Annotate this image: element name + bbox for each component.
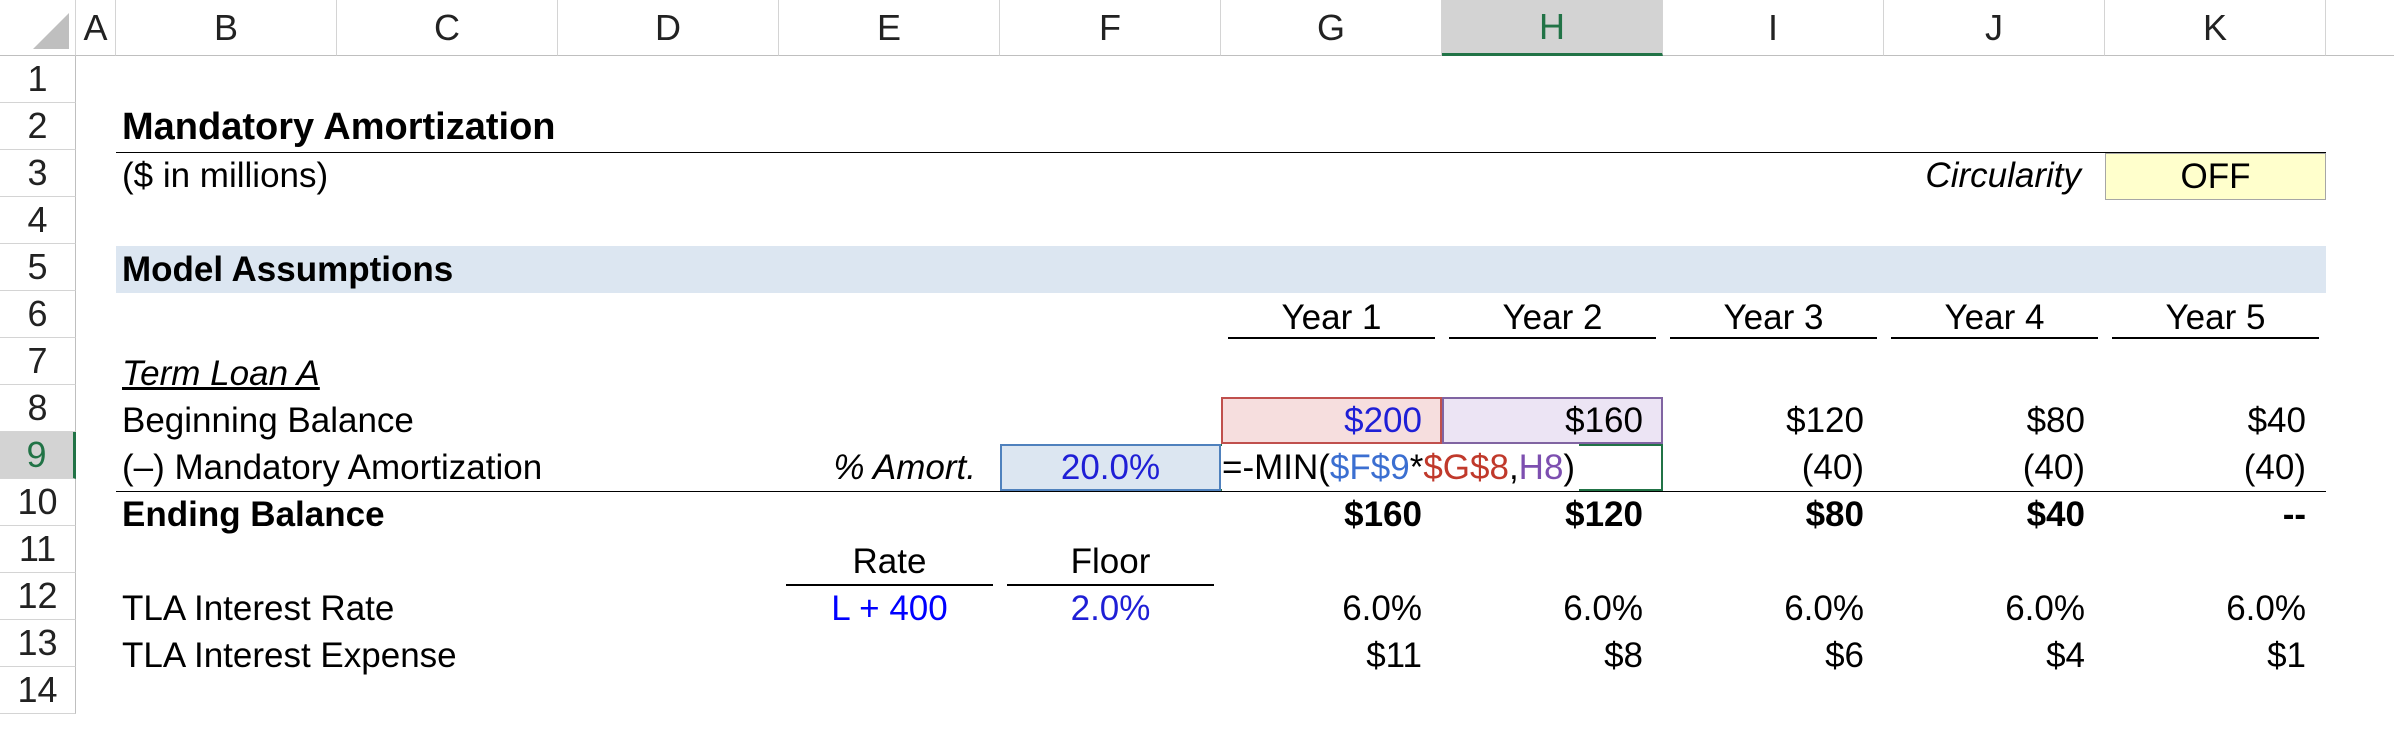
row-header-2[interactable]: 2 (0, 103, 76, 150)
interest-rate-label: TLA Interest Rate (122, 589, 395, 628)
column-header-a[interactable]: A (76, 0, 116, 56)
amortization-year-4[interactable]: (40) (1884, 444, 2085, 491)
beginning-balance-year-4[interactable]: $80 (1884, 397, 2085, 444)
formula-text-end: ) (1563, 448, 1576, 487)
interest-rate-year-3[interactable]: 6.0% (1663, 585, 1864, 632)
year-header-2: Year 2 (1502, 298, 1603, 337)
formula-separator: , (1508, 448, 1519, 487)
column-header-j[interactable]: J (1884, 0, 2105, 56)
interest-expense-year-3[interactable]: $6 (1663, 632, 1864, 679)
beginning-balance-label: Beginning Balance (122, 401, 414, 440)
beginning-balance-year-2[interactable]: $160 (1442, 397, 1643, 444)
ending-balance-year-4[interactable]: $40 (1884, 491, 2085, 538)
formula-text-start: =-MIN( (1222, 448, 1330, 487)
year-header-1: Year 1 (1281, 298, 1382, 337)
row-header-14[interactable]: 14 (0, 667, 76, 714)
ending-balance-year-1[interactable]: $160 (1221, 491, 1422, 538)
circularity-label: Circularity (1925, 156, 2081, 195)
interest-rate-year-5[interactable]: 6.0% (2105, 585, 2306, 632)
formula-ref-g8: $G$8 (1423, 448, 1509, 487)
interest-rate-spread-input[interactable]: L + 400 (779, 585, 1000, 632)
select-all-corner[interactable] (0, 0, 76, 56)
row-header-13[interactable]: 13 (0, 620, 76, 667)
column-header-c[interactable]: C (337, 0, 558, 56)
formula-ref-h8: H8 (1518, 448, 1564, 487)
row-header-1[interactable]: 1 (0, 56, 76, 103)
beginning-balance-year-1[interactable]: $200 (1221, 397, 1422, 444)
year-5-underline (2112, 337, 2319, 339)
row-header-12[interactable]: 12 (0, 573, 76, 620)
formula-ref-f9: $F$9 (1329, 448, 1410, 487)
column-header-k[interactable]: K (2105, 0, 2326, 56)
circularity-value: OFF (2180, 157, 2251, 196)
row-header-6[interactable]: 6 (0, 291, 76, 338)
circularity-toggle-cell[interactable]: OFF (2105, 153, 2326, 200)
rate-header: Rate (852, 542, 927, 581)
beginning-balance-year-3[interactable]: $120 (1663, 397, 1864, 444)
year-3-underline (1670, 337, 1877, 339)
column-header-h[interactable]: H (1442, 0, 1663, 56)
ending-balance-label: Ending Balance (122, 495, 385, 534)
ending-balance-year-5[interactable]: -- (2105, 491, 2306, 538)
year-header-4: Year 4 (1944, 298, 2045, 337)
interest-rate-year-2[interactable]: 6.0% (1442, 585, 1643, 632)
term-loan-label: Term Loan A (122, 354, 320, 393)
interest-expense-year-4[interactable]: $4 (1884, 632, 2085, 679)
section-header-title: Model Assumptions (122, 250, 454, 289)
interest-expense-year-1[interactable]: $11 (1221, 632, 1422, 679)
year-header-5: Year 5 (2165, 298, 2266, 337)
amortization-label: (–) Mandatory Amortization (122, 448, 543, 487)
floor-header: Floor (1070, 542, 1151, 581)
formula-operator: * (1409, 448, 1424, 487)
row-header-11[interactable]: 11 (0, 526, 76, 573)
interest-expense-label: TLA Interest Expense (122, 636, 457, 675)
column-header-i[interactable]: I (1663, 0, 1884, 56)
column-header-d[interactable]: D (558, 0, 779, 56)
year-header-3: Year 3 (1723, 298, 1824, 337)
sheet-title: Mandatory Amortization (122, 106, 556, 148)
column-header-g[interactable]: G (1221, 0, 1442, 56)
row-header-3[interactable]: 3 (0, 150, 76, 197)
column-header-f[interactable]: F (1000, 0, 1221, 56)
amortization-pct-label: % Amort. (833, 448, 976, 487)
formula-edit-cell[interactable]: =-MIN($F$9*$G$8,H8) (1222, 444, 1580, 491)
year-4-underline (1891, 337, 2098, 339)
amortization-pct-input[interactable]: 20.0% (1000, 444, 1221, 491)
column-header-b[interactable]: B (116, 0, 337, 56)
interest-expense-year-5[interactable]: $1 (2105, 632, 2306, 679)
beginning-balance-year-5[interactable]: $40 (2105, 397, 2306, 444)
interest-rate-floor-input[interactable]: 2.0% (1000, 585, 1221, 632)
column-header-overflow (2326, 0, 2394, 56)
interest-rate-year-4[interactable]: 6.0% (1884, 585, 2085, 632)
interest-rate-year-1[interactable]: 6.0% (1221, 585, 1422, 632)
amortization-year-3[interactable]: (40) (1663, 444, 1864, 491)
row-header-7[interactable]: 7 (0, 338, 76, 385)
year-1-underline (1228, 337, 1435, 339)
units-label: ($ in millions) (122, 156, 329, 195)
ending-balance-year-3[interactable]: $80 (1663, 491, 1864, 538)
row-header-9[interactable]: 9 (0, 432, 76, 479)
row-header-4[interactable]: 4 (0, 197, 76, 244)
amortization-year-5[interactable]: (40) (2105, 444, 2306, 491)
row-header-8[interactable]: 8 (0, 385, 76, 432)
interest-expense-year-2[interactable]: $8 (1442, 632, 1643, 679)
ending-balance-year-2[interactable]: $120 (1442, 491, 1643, 538)
row-header-5[interactable]: 5 (0, 244, 76, 291)
year-2-underline (1449, 337, 1656, 339)
column-header-e[interactable]: E (779, 0, 1000, 56)
row-header-10[interactable]: 10 (0, 479, 76, 526)
